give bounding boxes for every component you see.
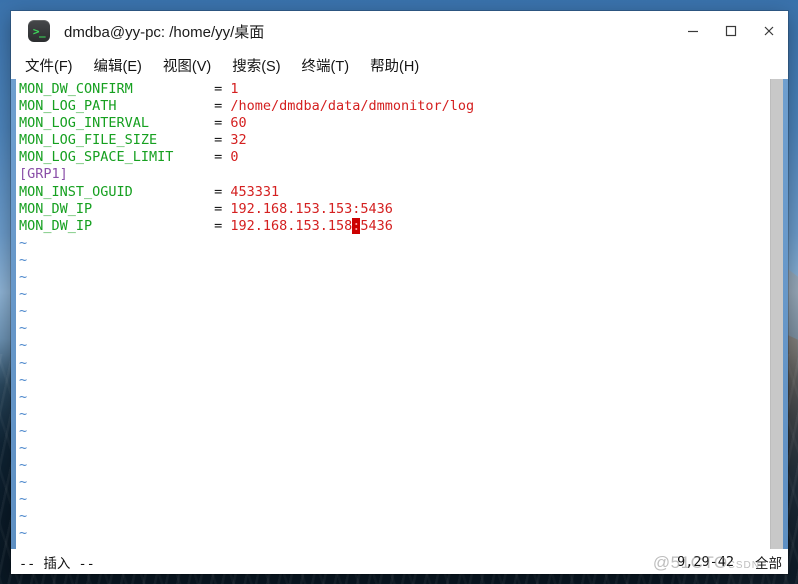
empty-line-marker: ~ — [19, 491, 28, 508]
empty-line-marker: ~ — [19, 303, 28, 320]
window-title: dmdba@yy-pc: /home/yy/桌面 — [64, 23, 265, 41]
menu-terminal[interactable]: 终端(T) — [302, 55, 350, 76]
maximize-button[interactable] — [712, 11, 750, 51]
menu-file[interactable]: 文件(F) — [25, 55, 73, 76]
empty-line-marker: ~ — [19, 508, 28, 525]
config-line: MON_LOG_PATH = /home/dmdba/data/dmmonito… — [19, 98, 475, 115]
cursor-position: 9,29-42 — [677, 554, 734, 570]
empty-line-marker: ~ — [19, 286, 28, 303]
empty-line-marker: ~ — [19, 525, 28, 542]
empty-line-marker: ~ — [19, 422, 28, 439]
config-line: MON_LOG_INTERVAL = 60 — [19, 115, 247, 132]
config-section-header: [GRP1] — [19, 166, 68, 183]
empty-line-marker: ~ — [19, 405, 28, 422]
vim-editor[interactable]: MON_DW_CONFIRM = 1 MON_LOG_PATH = /home/d… — [16, 79, 788, 549]
config-line-with-cursor: MON_DW_IP = 192.168.153.158:5436 — [19, 217, 393, 234]
menu-bar: 文件(F) 编辑(E) 视图(V) 搜索(S) 终端(T) 帮助(H) — [11, 51, 788, 79]
config-line: MON_DW_IP = 192.168.153.153:5436 — [19, 200, 393, 217]
scrollbar-thumb[interactable] — [770, 79, 783, 549]
vim-mode-indicator: -- 插入 -- — [19, 556, 95, 572]
terminal-screen-area: MON_DW_CONFIRM = 1 MON_LOG_PATH = /home/d… — [11, 79, 788, 549]
empty-line-marker: ~ — [19, 474, 28, 491]
menu-edit[interactable]: 编辑(E) — [94, 55, 142, 76]
empty-line-marker: ~ — [19, 320, 28, 337]
terminal-window: >_ dmdba@yy-pc: /home/yy/桌面 文件(F) 编辑(E) … — [11, 11, 788, 574]
menu-view[interactable]: 视图(V) — [163, 55, 211, 76]
empty-line-marker: ~ — [19, 269, 28, 286]
close-button[interactable] — [750, 11, 788, 51]
empty-line-marker: ~ — [19, 371, 28, 388]
window-controls — [674, 11, 788, 51]
empty-line-marker: ~ — [19, 234, 28, 251]
title-bar[interactable]: >_ dmdba@yy-pc: /home/yy/桌面 — [11, 11, 788, 51]
menu-search[interactable]: 搜索(S) — [232, 55, 280, 76]
empty-line-marker: ~ — [19, 354, 28, 371]
minimize-button[interactable] — [674, 11, 712, 51]
config-line: MON_LOG_FILE_SIZE = 32 — [19, 132, 247, 149]
terminal-scrollbar[interactable] — [770, 79, 783, 549]
empty-line-marker: ~ — [19, 337, 28, 354]
vim-status-bar: -- 插入 -- 9,29-42 全部 @51CTOCSDN — [11, 549, 788, 574]
menu-help[interactable]: 帮助(H) — [370, 55, 419, 76]
window-right-edge — [783, 79, 788, 549]
scroll-indicator: 全部 — [755, 556, 782, 571]
config-line: MON_DW_CONFIRM = 1 — [19, 81, 239, 97]
empty-line-marker: ~ — [19, 457, 28, 474]
config-line: MON_LOG_SPACE_LIMIT = 0 — [19, 149, 239, 166]
empty-line-marker: ~ — [19, 251, 28, 268]
config-line: MON_INST_OGUID = 453331 — [19, 183, 280, 200]
terminal-icon: >_ — [28, 20, 50, 42]
empty-line-marker: ~ — [19, 439, 28, 456]
empty-line-marker: ~ — [19, 388, 28, 405]
editor-text: MON_DW_CONFIRM = 1 MON_LOG_PATH = /home/d… — [19, 81, 788, 549]
